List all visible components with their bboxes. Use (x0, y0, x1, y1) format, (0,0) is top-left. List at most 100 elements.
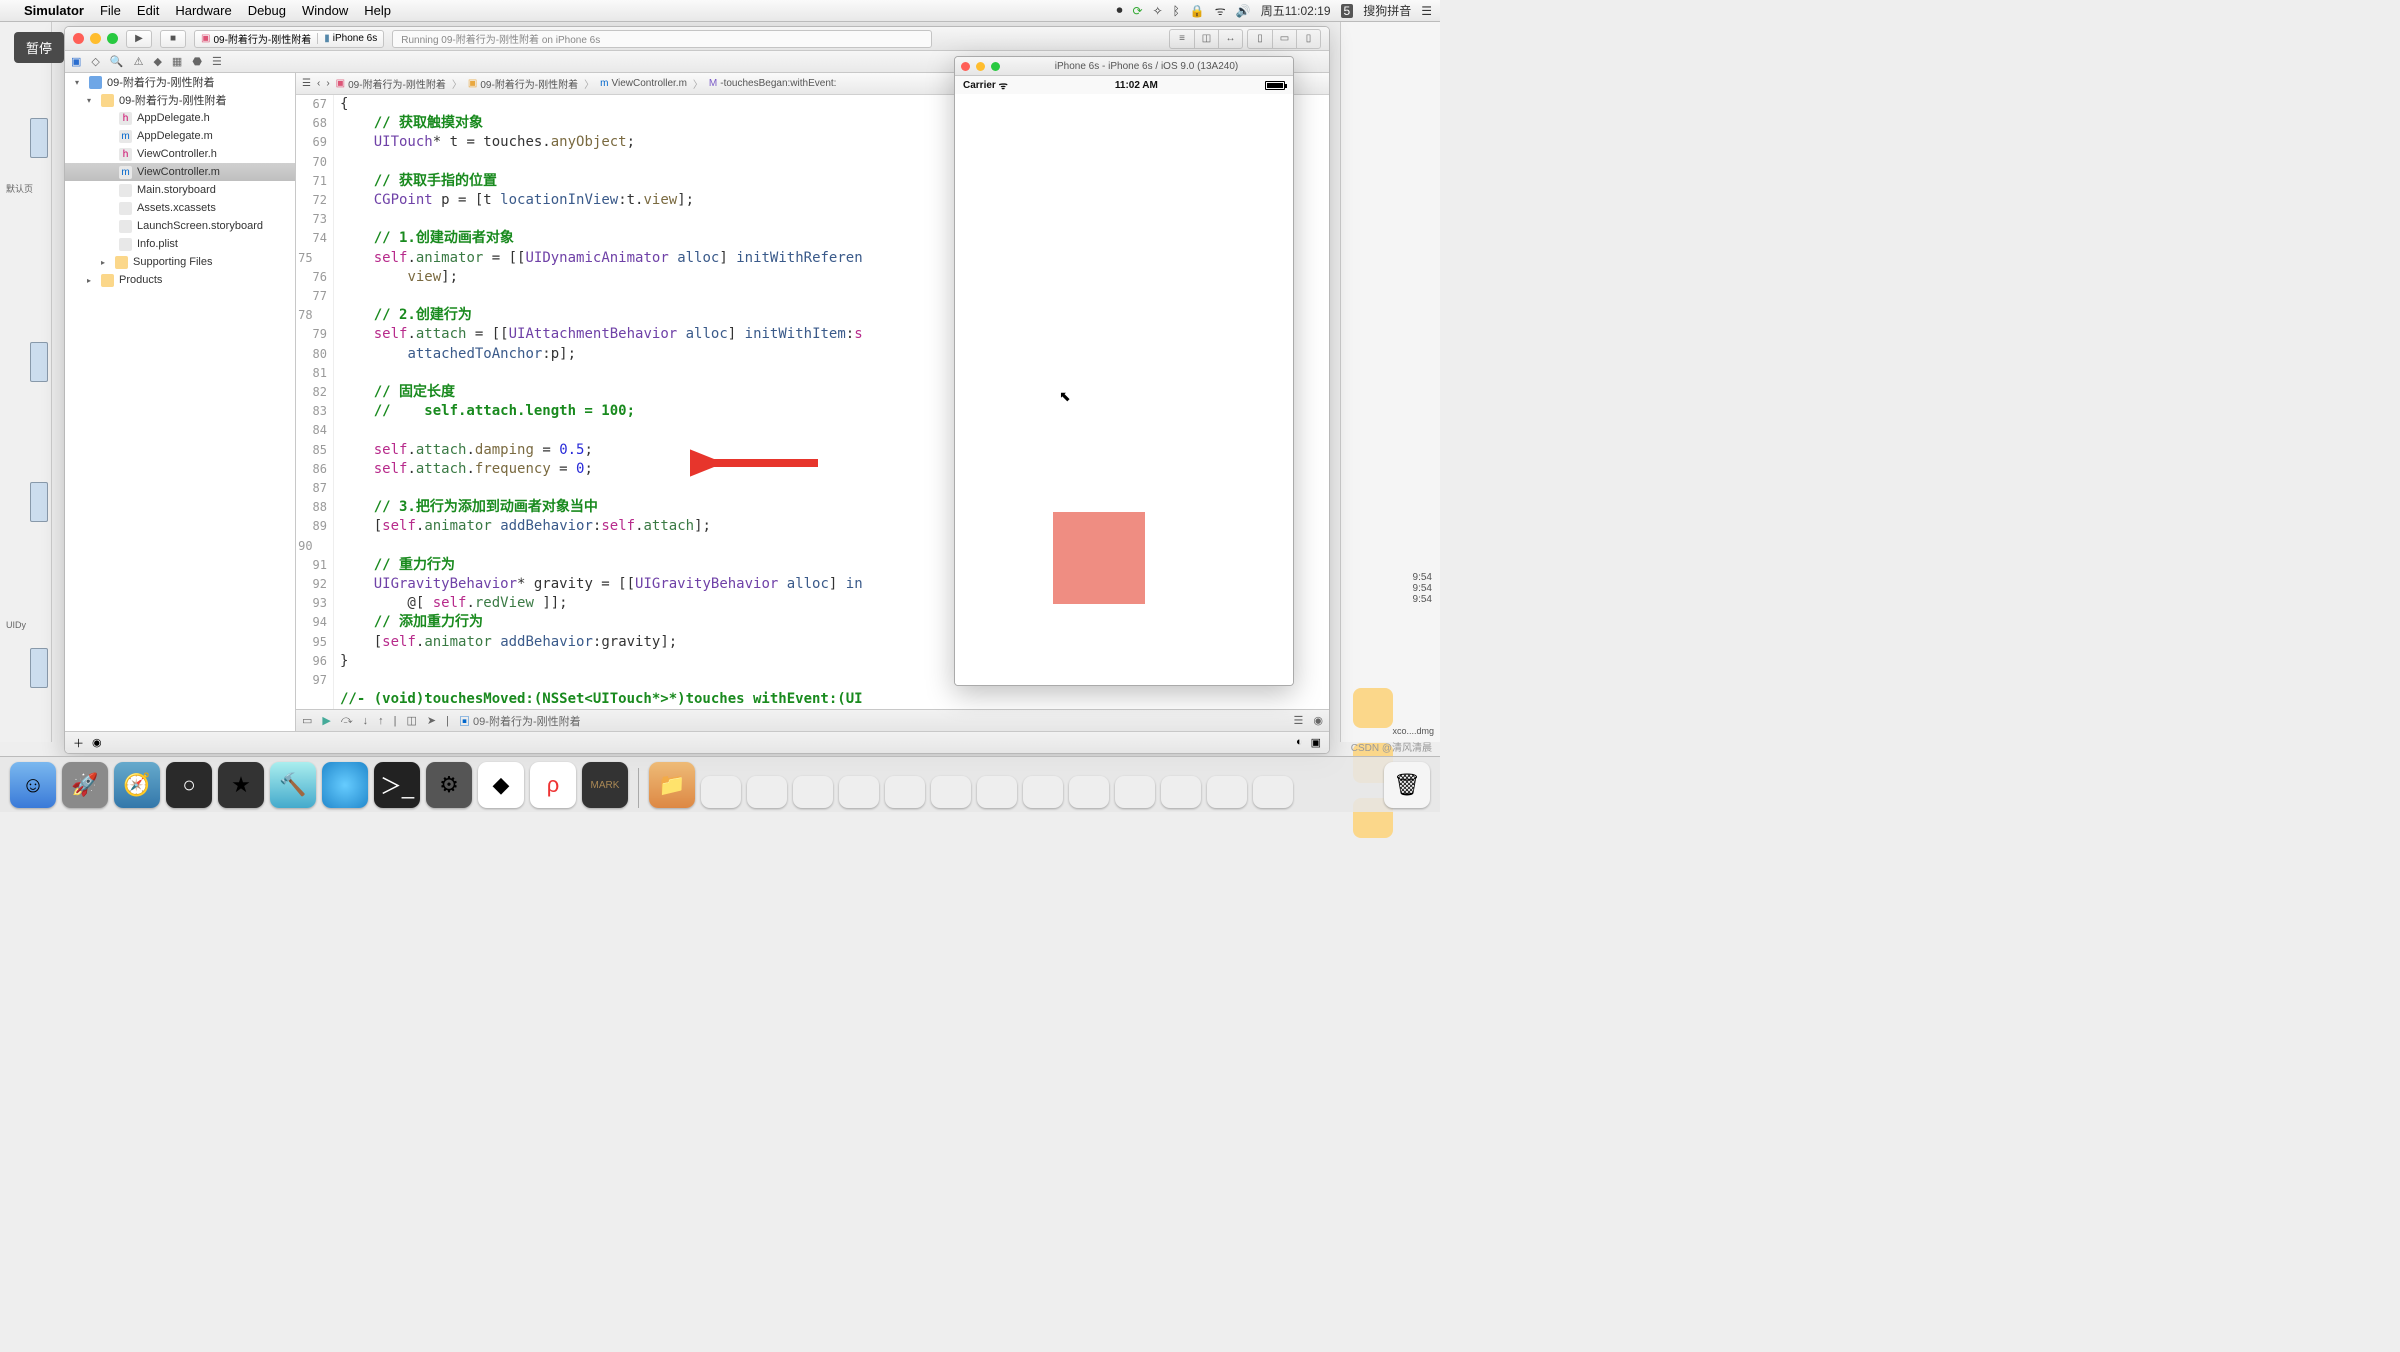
lock-icon[interactable]: 🔒 (1190, 4, 1205, 18)
scm-filter-icon[interactable]: ▣ (1311, 736, 1321, 749)
file-LaunchScreen.storyboard[interactable]: LaunchScreen.storyboard (65, 217, 295, 235)
dock-trash[interactable]: 🗑 (1384, 762, 1430, 808)
dock-min-4[interactable] (839, 776, 879, 808)
dock-folder[interactable]: 📁 (649, 762, 695, 808)
dock-min-11[interactable] (1161, 776, 1201, 808)
symbol-navigator-icon[interactable]: ◇ (91, 55, 99, 68)
volume-icon[interactable]: 🔊 (1236, 4, 1251, 18)
airplay-icon[interactable]: ✧ (1153, 4, 1163, 18)
related-items-icon[interactable]: ☰ (302, 78, 311, 89)
dock-min-3[interactable] (793, 776, 833, 808)
file-Assets.xcassets[interactable]: Assets.xcassets (65, 199, 295, 217)
dock-min-12[interactable] (1207, 776, 1247, 808)
file-09-附着行为-刚性附着[interactable]: ▾09-附着行为-刚性附着 (65, 91, 295, 109)
stop-button[interactable]: ■ (160, 30, 186, 48)
menu-window[interactable]: Window (302, 3, 348, 18)
test-navigator-icon[interactable]: ◆ (153, 55, 161, 68)
toggle-debug-button[interactable]: ▭ (1272, 30, 1296, 48)
file-Main.storyboard[interactable]: Main.storyboard (65, 181, 295, 199)
recent-filter-icon[interactable]: ◐ (1296, 736, 1303, 749)
sim-close-button[interactable] (961, 62, 970, 71)
zoom-button[interactable] (107, 33, 118, 44)
minimize-button[interactable] (90, 33, 101, 44)
pause-overlay-button[interactable]: 暂停 (14, 32, 64, 63)
menu-file[interactable]: File (100, 3, 121, 18)
forward-button[interactable]: › (326, 78, 329, 89)
dock-min-9[interactable] (1069, 776, 1109, 808)
file-AppDelegate.h[interactable]: hAppDelegate.h (65, 109, 295, 127)
notification-center-icon[interactable]: ☰ (1421, 4, 1432, 18)
scheme-selector[interactable]: ▣09-附着行为-刚性附着 ▮iPhone 6s (194, 30, 384, 48)
file-09-附着行为-刚性附着[interactable]: ▾09-附着行为-刚性附着 (65, 73, 295, 91)
view-debug-button[interactable]: ◫ (407, 714, 417, 727)
menubar-app-name[interactable]: Simulator (24, 3, 84, 18)
breakpoint-navigator-icon[interactable]: ⬣ (192, 55, 202, 68)
dock-marked[interactable]: MARK (582, 762, 628, 808)
filter-button[interactable]: ◉ (92, 736, 102, 749)
menu-hardware[interactable]: Hardware (175, 3, 231, 18)
simulator-titlebar[interactable]: iPhone 6s - iPhone 6s / iOS 9.0 (13A240) (955, 57, 1293, 76)
file-Supporting Files[interactable]: ▸Supporting Files (65, 253, 295, 271)
step-into-button[interactable]: ↓ (363, 715, 369, 727)
wifi-icon[interactable]: ᯤ (1215, 2, 1226, 19)
location-button[interactable]: ➤ (427, 714, 436, 727)
assistant-editor-button[interactable]: ◫ (1194, 30, 1218, 48)
dock-min-2[interactable] (747, 776, 787, 808)
process-selector[interactable]: ▣ 09-附着行为-刚性附着 (459, 713, 581, 729)
bluetooth-icon[interactable]: ᛒ (1173, 4, 1180, 18)
dock-min-6[interactable] (931, 776, 971, 808)
jumpbar-project[interactable]: ▣09-附着行为-刚性附着 (336, 76, 446, 91)
menu-edit[interactable]: Edit (137, 3, 159, 18)
jumpbar-symbol[interactable]: M-touchesBegan:withEvent: (709, 78, 837, 89)
ime-name[interactable]: 搜狗拼音 (1363, 2, 1411, 19)
step-out-button[interactable]: ↑ (378, 715, 384, 727)
add-button[interactable]: ＋ (73, 735, 84, 751)
dock-appstore[interactable] (322, 762, 368, 808)
standard-editor-button[interactable]: ≡ (1170, 30, 1194, 48)
dock-launchpad[interactable]: 🚀 (62, 762, 108, 808)
back-button[interactable]: ‹ (317, 78, 320, 89)
sim-zoom-button[interactable] (991, 62, 1000, 71)
run-button[interactable]: ▶ (126, 30, 152, 48)
jumpbar-folder[interactable]: ▣09-附着行为-刚性附着 (468, 76, 578, 91)
file-AppDelegate.m[interactable]: mAppDelegate.m (65, 127, 295, 145)
sim-minimize-button[interactable] (976, 62, 985, 71)
dock-sketch[interactable]: ◆ (478, 762, 524, 808)
menu-debug[interactable]: Debug (248, 3, 286, 18)
dock-finder[interactable]: ☺ (10, 762, 56, 808)
project-navigator[interactable]: ▾09-附着行为-刚性附着▾09-附着行为-刚性附着hAppDelegate.h… (65, 73, 296, 731)
project-navigator-icon[interactable]: ▣ (71, 55, 81, 68)
dock-min-10[interactable] (1115, 776, 1155, 808)
dock-safari[interactable]: 🧭 (114, 762, 160, 808)
continue-button[interactable]: ▶ (322, 714, 330, 727)
dock-min-8[interactable] (1023, 776, 1063, 808)
step-over-button[interactable]: ⤼ (341, 714, 353, 727)
dock-app-red[interactable]: ρ (530, 762, 576, 808)
dock-min-5[interactable] (885, 776, 925, 808)
file-ViewController.h[interactable]: hViewController.h (65, 145, 295, 163)
dock-xcode[interactable]: 🔨 (270, 762, 316, 808)
variables-view-toggle[interactable]: ☰ (1294, 714, 1304, 727)
file-ViewController.m[interactable]: mViewController.m (65, 163, 295, 181)
scheme-target[interactable]: ▣09-附着行为-刚性附着 (195, 31, 317, 46)
console-toggle[interactable]: ◉ (1313, 714, 1323, 727)
dock-min-7[interactable] (977, 776, 1017, 808)
issue-navigator-icon[interactable]: ⚠ (134, 55, 144, 68)
dock-min-13[interactable] (1253, 776, 1293, 808)
clock[interactable]: 周五11:02:19 (1261, 2, 1331, 19)
sync-icon[interactable]: ⟳ (1133, 4, 1143, 18)
dock-min-1[interactable] (701, 776, 741, 808)
find-navigator-icon[interactable]: 🔍 (110, 55, 124, 68)
ime-indicator[interactable]: 5 (1341, 4, 1354, 18)
dock-imovie[interactable]: ★ (218, 762, 264, 808)
close-button[interactable] (73, 33, 84, 44)
screenrecord-icon[interactable]: ⏺ (1116, 3, 1122, 18)
dock-settings[interactable]: ⚙ (426, 762, 472, 808)
dock-mouse[interactable]: ○ (166, 762, 212, 808)
red-view[interactable] (1053, 512, 1145, 604)
simulator-screen[interactable]: ⬉ (955, 94, 1293, 685)
debug-navigator-icon[interactable]: ▦ (172, 55, 182, 68)
toggle-debug-area-button[interactable]: ▭ (302, 714, 312, 727)
file-Info.plist[interactable]: Info.plist (65, 235, 295, 253)
scheme-device[interactable]: ▮iPhone 6s (317, 33, 383, 44)
